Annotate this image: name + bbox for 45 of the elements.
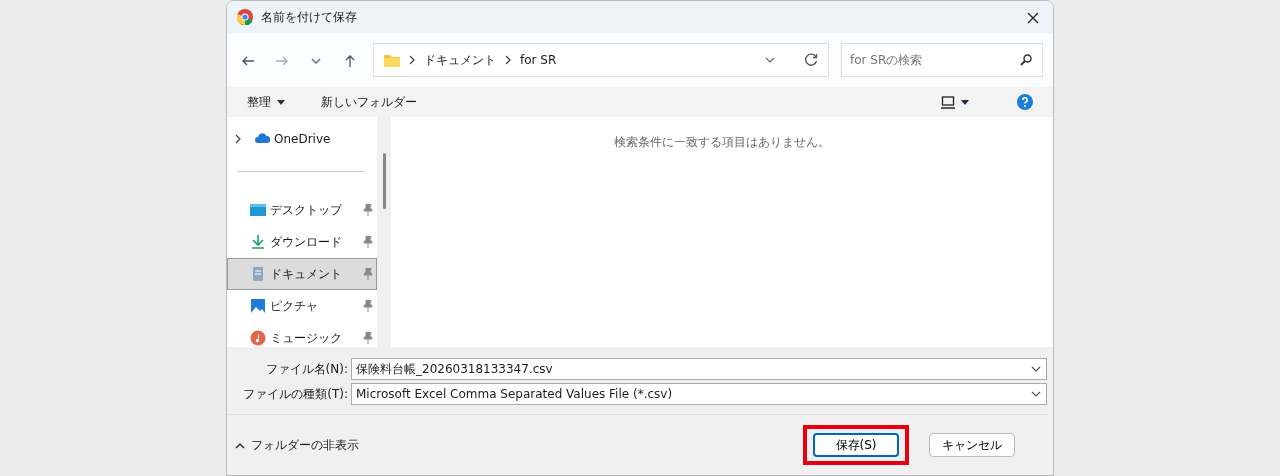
field-label: ファイルの種類(T):	[242, 386, 349, 403]
search-icon	[1019, 53, 1033, 67]
pin-icon	[363, 268, 373, 280]
hide-folders-button[interactable]: フォルダーの非表示	[231, 438, 363, 451]
help-icon	[1017, 94, 1033, 111]
pin-icon	[363, 236, 373, 248]
up-arrow-icon	[343, 53, 357, 68]
document-icon	[250, 266, 266, 282]
breadcrumb-item[interactable]: ドキュメント	[424, 51, 496, 69]
sidebar-item[interactable]: ドキュメント	[227, 258, 377, 290]
file-type-dropdown[interactable]: Microsoft Excel Comma Separated Values File (*.csv)	[351, 383, 1047, 405]
close-icon	[1027, 11, 1039, 24]
address-bar[interactable]: ドキュメント for SR	[373, 43, 829, 77]
view-icon	[941, 95, 955, 109]
chevron-right-icon	[504, 55, 512, 65]
sidebar-item[interactable]: デスクトップ	[227, 194, 377, 226]
organize-button[interactable]: 整理	[243, 96, 289, 108]
sidebar-item[interactable]: OneDrive	[227, 123, 377, 155]
sidebar-item[interactable]: ミュージック	[227, 322, 377, 354]
refresh-icon[interactable]	[804, 53, 818, 67]
sidebar-item[interactable]: ダウンロード	[227, 226, 377, 258]
pin-icon	[363, 332, 373, 344]
pin-icon	[363, 300, 373, 312]
window-title: 名前を付けて保存	[261, 9, 358, 26]
chevron-right-icon[interactable]	[234, 134, 242, 144]
desktop-icon	[250, 202, 266, 218]
sidebar-item[interactable]: ピクチャ	[227, 290, 377, 322]
chevron-up-icon	[235, 440, 245, 449]
cancel-button[interactable]: キャンセル	[929, 432, 1015, 457]
empty-message: 検索条件に一致する項目はありません。	[614, 135, 830, 149]
new-folder-button[interactable]: 新しいフォルダー	[317, 96, 421, 108]
file-name-field[interactable]: 保険料台帳_20260318133347.csv	[351, 358, 1047, 380]
search-field[interactable]: for SRの検索	[841, 43, 1043, 77]
breadcrumb-item[interactable]: for SR	[520, 51, 557, 69]
save-button[interactable]: 保存(S)	[813, 432, 899, 457]
picture-icon	[250, 298, 266, 314]
chevron-right-icon	[408, 55, 416, 65]
caret-down-icon	[277, 99, 285, 105]
scrollbar-thumb[interactable]	[382, 153, 386, 209]
folder-icon	[384, 53, 400, 67]
browser-logo-icon	[237, 9, 253, 25]
download-icon	[250, 234, 266, 250]
pin-icon	[363, 204, 373, 216]
caret-down-icon	[961, 99, 969, 105]
field-label: ファイル名(N):	[264, 361, 349, 378]
